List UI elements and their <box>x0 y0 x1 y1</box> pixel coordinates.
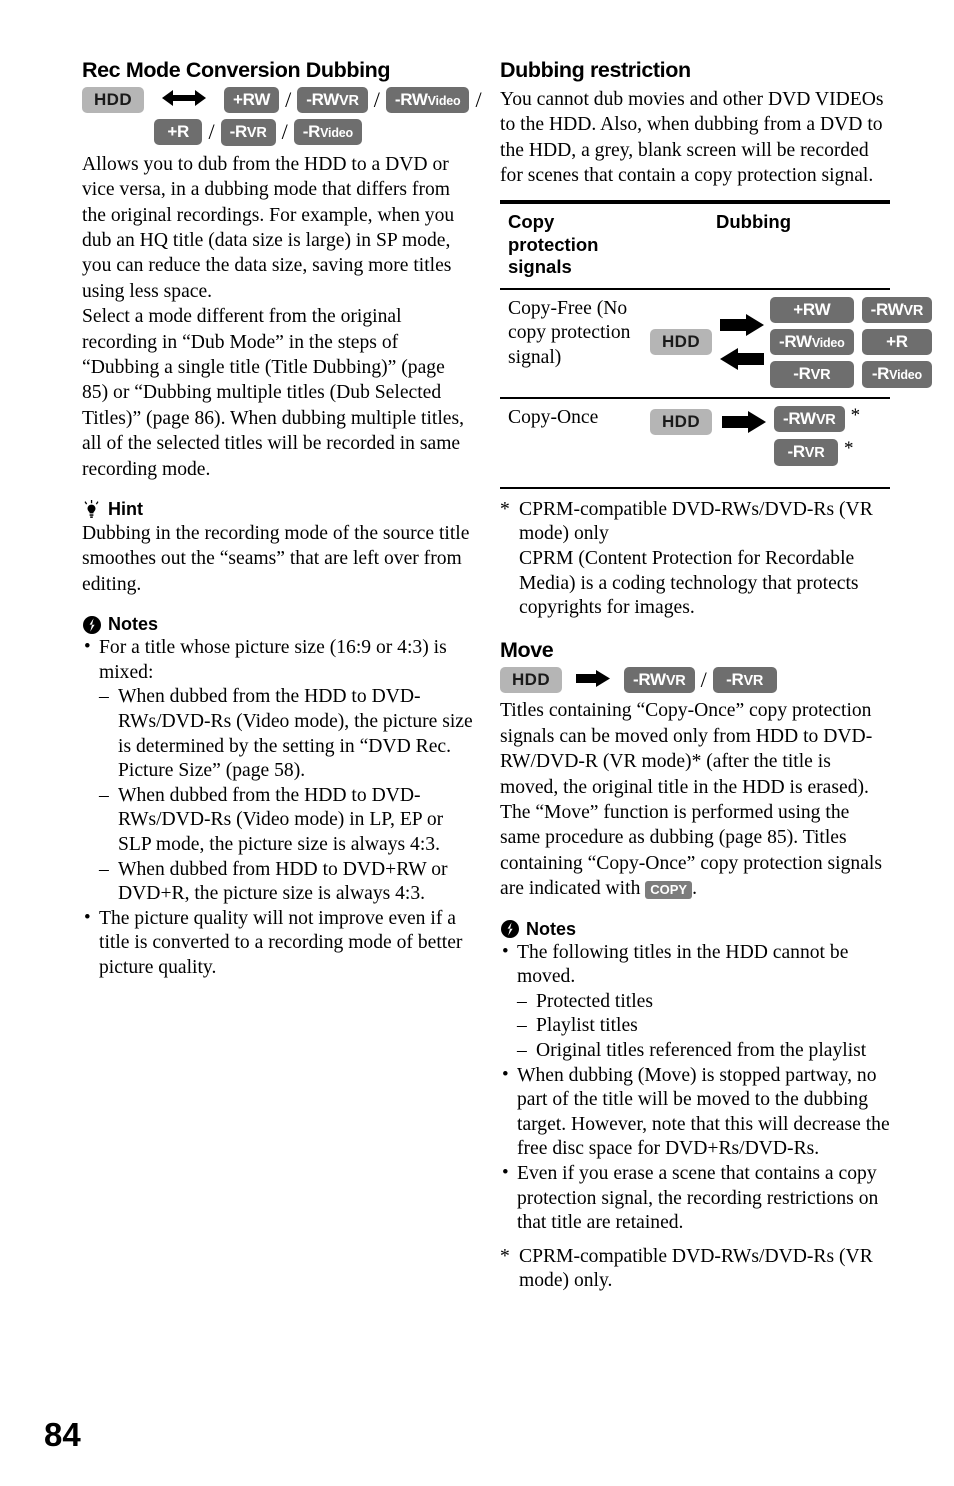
sub-list: Protected titles Playlist titles Origina… <box>517 990 892 1064</box>
target-with-footnote: -RWVR * <box>774 404 861 433</box>
badge-plus-r: +R <box>154 119 203 146</box>
badge-separator: / <box>700 667 707 693</box>
copy-protection-table: Copy protection signals Dubbing Copy-Fre… <box>500 200 933 489</box>
badge-minus-r-vr: -RVR <box>712 666 777 694</box>
badge-minus-r-vr: -RVR <box>770 361 854 388</box>
badge-minus-rw-vr: -RWVR <box>774 405 845 433</box>
notes-label: Notes <box>108 614 159 635</box>
lightbulb-icon <box>82 500 101 519</box>
target-with-footnote: -RVR * <box>774 439 860 466</box>
table-header-row: Copy protection signals Dubbing <box>500 204 890 290</box>
badge-minus-r-vr: -RVR <box>774 439 838 466</box>
notes-footnote: * CPRM-compatible DVD-RWs/DVD-Rs (VR mod… <box>500 1245 892 1294</box>
paragraph-move: Titles containing “Copy-Once” copy prote… <box>500 698 892 901</box>
row-label-copy-once: Copy-Once <box>508 406 599 428</box>
page-number: 84 <box>44 1416 81 1453</box>
paragraph-select-a-mode: Select a mode different from the origina… <box>82 306 465 480</box>
notes-list-right: The following titles in the HDD cannot b… <box>500 940 892 1236</box>
badge-minus-r-vr: -RVR <box>220 119 276 146</box>
footnote-marker: * <box>850 404 861 426</box>
hint-text: Dubbing in the recording mode of the sou… <box>82 523 470 595</box>
row-label-copy-free: Copy-Free (No copy protection signal) <box>508 297 631 369</box>
list-item-text: The following titles in the HDD cannot b… <box>517 941 849 988</box>
badge-plus-rw: +RW <box>770 296 854 324</box>
list-item: The picture quality will not improve eve… <box>82 906 474 981</box>
bidirectional-arrow-icon <box>162 89 207 111</box>
list-item: When dubbing (Move) is stopped partway, … <box>500 1063 892 1162</box>
table-header-dubbing: Dubbing <box>716 211 792 233</box>
page-title-rec-mode-conversion-dubbing: Rec Mode Conversion Dubbing <box>82 58 391 82</box>
badge-separator: / <box>208 119 215 145</box>
footnote-marker: * <box>500 1245 510 1267</box>
list-item: The following titles in the HDD cannot b… <box>500 940 892 1064</box>
hdd-badge: HDD <box>82 86 145 113</box>
bidirectional-arrows-icon <box>720 314 765 371</box>
sub-list-item: Playlist titles <box>517 1014 892 1039</box>
notes-label: Notes <box>526 918 577 939</box>
right-arrow-icon <box>722 410 767 438</box>
list-item-text: For a title whose picture size (16:9 or … <box>99 637 447 683</box>
notes-heading-left: Notes <box>82 614 474 635</box>
right-column: Dubbing restriction You cannot dub movie… <box>500 58 933 1294</box>
sub-list-item: Protected titles <box>517 990 892 1015</box>
badge-minus-rw-vr: -RWVR <box>861 296 933 324</box>
target-badge-grid: +RW -RWVR -RWVideo +R -RVR -RVideo <box>770 296 933 388</box>
exclamation-circle-icon <box>82 615 101 634</box>
section-heading-move: Move <box>500 637 554 662</box>
flow-diagram: HDD +RW -RWVR -RWVideo +R -RVR -RVideo <box>650 296 933 388</box>
badge-minus-rw-vr: -RWVR <box>297 86 368 114</box>
row-flow-copy-once: HDD -RWVR * -RVR * <box>650 399 890 487</box>
row-flow-copy-free: HDD +RW -RWVR -RWVideo +R -RVR -RVideo <box>650 290 934 397</box>
badge-minus-r-video: -RVideo <box>293 119 362 146</box>
hint-heading: Hint <box>82 499 474 520</box>
sub-list-item: When dubbed from the HDD to DVD-RWs/DVD-… <box>99 784 474 858</box>
hdd-badge: HDD <box>650 329 713 356</box>
sub-list-item: Original titles referenced from the play… <box>517 1039 892 1064</box>
sub-list: When dubbed from the HDD to DVD-RWs/DVD-… <box>99 685 474 906</box>
footnote-line-1: CPRM-compatible DVD-RWs/DVD-Rs (VR mode)… <box>519 498 873 545</box>
badge-separator: / <box>475 86 482 112</box>
list-item: For a title whose picture size (16:9 or … <box>82 635 474 907</box>
flow-diagram: HDD -RWVR * -RVR * <box>650 404 888 466</box>
sub-list-item: When dubbed from HDD to DVD+RW or DVD+R,… <box>99 858 474 907</box>
paragraph-allows-you-to-dub: Allows you to dub from the HDD to a DVD … <box>82 153 455 302</box>
footnote-line-2: CPRM (Content Protection for Recordable … <box>519 548 859 619</box>
copy-badge: COPY <box>645 880 693 899</box>
target-badge-column: -RWVR * -RVR * <box>774 404 861 466</box>
badge-minus-rw-video: -RWVideo <box>385 86 470 113</box>
table-footnote: * CPRM-compatible DVD-RWs/DVD-Rs (VR mod… <box>500 498 892 621</box>
badge-minus-r-video: -RVideo <box>861 361 933 388</box>
exclamation-circle-icon <box>500 920 519 939</box>
left-column: Rec Mode Conversion Dubbing HDD +RW / -R… <box>82 58 482 981</box>
badge-minus-rw-vr: -RWVR <box>624 666 695 694</box>
table-row: Copy-Once HDD -RWVR * -RVR * <box>500 399 890 487</box>
notes-heading-right: Notes <box>500 919 892 940</box>
badge-minus-rw-video: -RWVideo <box>770 329 854 356</box>
move-text-part-2: . <box>692 878 698 900</box>
hdd-badge: HDD <box>500 667 563 694</box>
badge-separator: / <box>281 119 288 145</box>
table-header-copy-protection-signals: Copy protection signals <box>508 211 599 278</box>
disc-badge-row-2: +R / -RVR / -RVideo <box>82 119 474 146</box>
badge-plus-r: +R <box>861 329 933 356</box>
hdd-badge: HDD <box>650 408 713 435</box>
table-row: Copy-Free (No copy protection signal) HD… <box>500 290 933 399</box>
badge-separator: / <box>285 86 292 112</box>
list-item: Even if you erase a scene that contains … <box>500 1161 892 1236</box>
section-heading-dubbing-restriction: Dubbing restriction <box>500 58 691 82</box>
notes-list-left: For a title whose picture size (16:9 or … <box>82 635 474 981</box>
hint-label: Hint <box>108 499 143 519</box>
paragraph-dubbing-restriction: You cannot dub movies and other DVD VIDE… <box>500 88 884 186</box>
disc-badge-row-1: HDD +RW / -RWVR / -RWVideo / <box>82 86 482 114</box>
badge-plus-rw: +RW <box>224 86 280 113</box>
manual-page: Rec Mode Conversion Dubbing HDD +RW / -R… <box>0 0 954 1486</box>
right-arrow-icon <box>576 669 611 691</box>
footnote-text: CPRM-compatible DVD-RWs/DVD-Rs (VR mode)… <box>519 1245 873 1292</box>
footnote-marker: * <box>843 438 854 460</box>
badge-separator: / <box>373 86 380 112</box>
footnote-marker: * <box>500 498 510 520</box>
move-badge-row: HDD -RWVR / -RVR <box>500 666 892 694</box>
move-text-part-1: Titles containing “Copy-Once” copy prote… <box>500 700 882 900</box>
sub-list-item: When dubbed from the HDD to DVD-RWs/DVD-… <box>99 685 474 783</box>
